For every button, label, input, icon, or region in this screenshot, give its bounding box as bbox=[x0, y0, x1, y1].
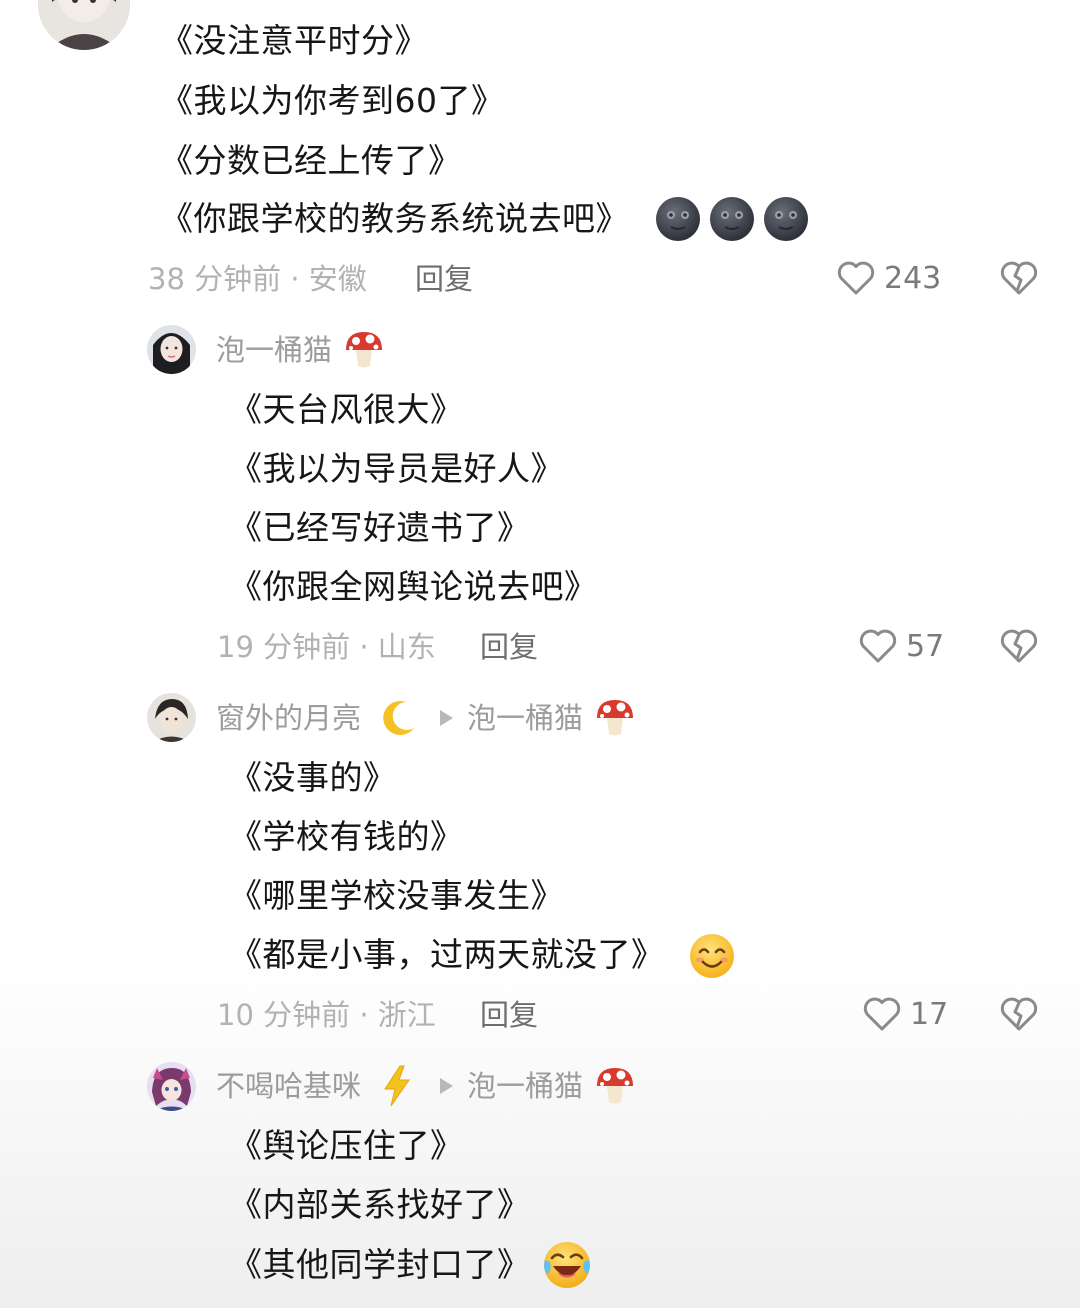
crescent-moon-emoji bbox=[383, 700, 414, 735]
avatar[interactable] bbox=[147, 1062, 196, 1111]
username[interactable]: 不喝哈基咪 bbox=[216, 1066, 361, 1106]
comment-text-line: 《其他同学封口了》 bbox=[229, 1245, 531, 1284]
reply-arrow-icon bbox=[440, 710, 453, 726]
comment-text-line: 《内部关系找好了》 bbox=[229, 1185, 531, 1224]
comment-text-line: 《我以为你考到60了》 bbox=[160, 81, 505, 120]
heart-icon bbox=[859, 629, 897, 663]
comment-text-line: 《没注意平时分》 bbox=[160, 21, 428, 60]
avatar-image bbox=[147, 1062, 196, 1111]
reply-to-username-text: 泡一桶猫 bbox=[467, 1069, 584, 1103]
avatar-image bbox=[38, 0, 130, 50]
username[interactable]: 泡一桶猫 bbox=[216, 330, 332, 370]
comment-time-location: 19 分钟前 · 山东 bbox=[217, 630, 436, 664]
avatar-image bbox=[147, 693, 196, 742]
mushroom-emoji bbox=[346, 332, 382, 368]
heart-icon bbox=[863, 997, 901, 1031]
dislike-broken-heart-icon[interactable] bbox=[999, 995, 1039, 1033]
avatar-image bbox=[147, 325, 196, 374]
laughing-face-emoji bbox=[544, 1242, 590, 1288]
avatar[interactable] bbox=[147, 325, 196, 374]
mushroom-emoji bbox=[597, 700, 633, 736]
comment-time-location: 38 分钟前 · 安徽 bbox=[148, 262, 367, 296]
reply-button[interactable]: 回复 bbox=[415, 259, 473, 299]
comment-text-line: 《天台风很大》 bbox=[229, 390, 464, 429]
mushroom-emoji bbox=[597, 1068, 633, 1104]
dislike-broken-heart-icon[interactable] bbox=[999, 259, 1039, 297]
reply-button[interactable]: 回复 bbox=[480, 995, 538, 1035]
heart-icon bbox=[837, 261, 875, 295]
reply-to-username-text: 泡一桶猫 bbox=[467, 701, 584, 735]
dislike-broken-heart-icon[interactable] bbox=[999, 627, 1039, 665]
comment-text-line: 《哪里学校没事发生》 bbox=[229, 876, 564, 915]
new-moon-face-emoji bbox=[710, 197, 754, 241]
avatar[interactable] bbox=[38, 0, 130, 50]
reply-to-username[interactable]: 泡一桶猫 bbox=[467, 698, 583, 738]
comment-text-line: 《我以为导员是好人》 bbox=[229, 449, 564, 488]
comment-text-line: 《已经写好遗书了》 bbox=[229, 508, 531, 547]
like-count: 57 bbox=[906, 629, 945, 664]
like-count: 17 bbox=[910, 997, 949, 1032]
new-moon-face-emoji bbox=[764, 197, 808, 241]
reply-to-username[interactable]: 泡一桶猫 bbox=[467, 1066, 583, 1106]
smiling-face-emoji bbox=[690, 934, 734, 978]
username-text: 窗外的月亮 bbox=[216, 701, 362, 735]
username-text: 不喝哈基咪 bbox=[216, 1069, 362, 1103]
reply-button[interactable]: 回复 bbox=[480, 627, 538, 667]
avatar[interactable] bbox=[147, 693, 196, 742]
comment-time-location: 10 分钟前 · 浙江 bbox=[217, 998, 436, 1032]
lightning-emoji bbox=[384, 1065, 410, 1107]
comment-text-line: 《都是小事，过两天就没了》 bbox=[229, 935, 665, 974]
comment-text-line: 《没事的》 bbox=[229, 758, 397, 797]
reply-arrow-icon bbox=[440, 1078, 453, 1094]
comment-text-line: 《舆论压住了》 bbox=[229, 1126, 464, 1165]
comment-text-line: 《分数已经上传了》 bbox=[160, 141, 462, 180]
comment-text-line: 《学校有钱的》 bbox=[229, 817, 464, 856]
comment-text-line: 《你跟全网舆论说去吧》 bbox=[229, 567, 598, 606]
username-text: 泡一桶猫 bbox=[216, 333, 333, 367]
new-moon-face-emoji bbox=[656, 197, 700, 241]
like-count: 243 bbox=[884, 261, 942, 296]
username[interactable]: 窗外的月亮 bbox=[216, 698, 361, 738]
comment-text-line: 《你跟学校的教务系统说去吧》 bbox=[160, 199, 629, 238]
